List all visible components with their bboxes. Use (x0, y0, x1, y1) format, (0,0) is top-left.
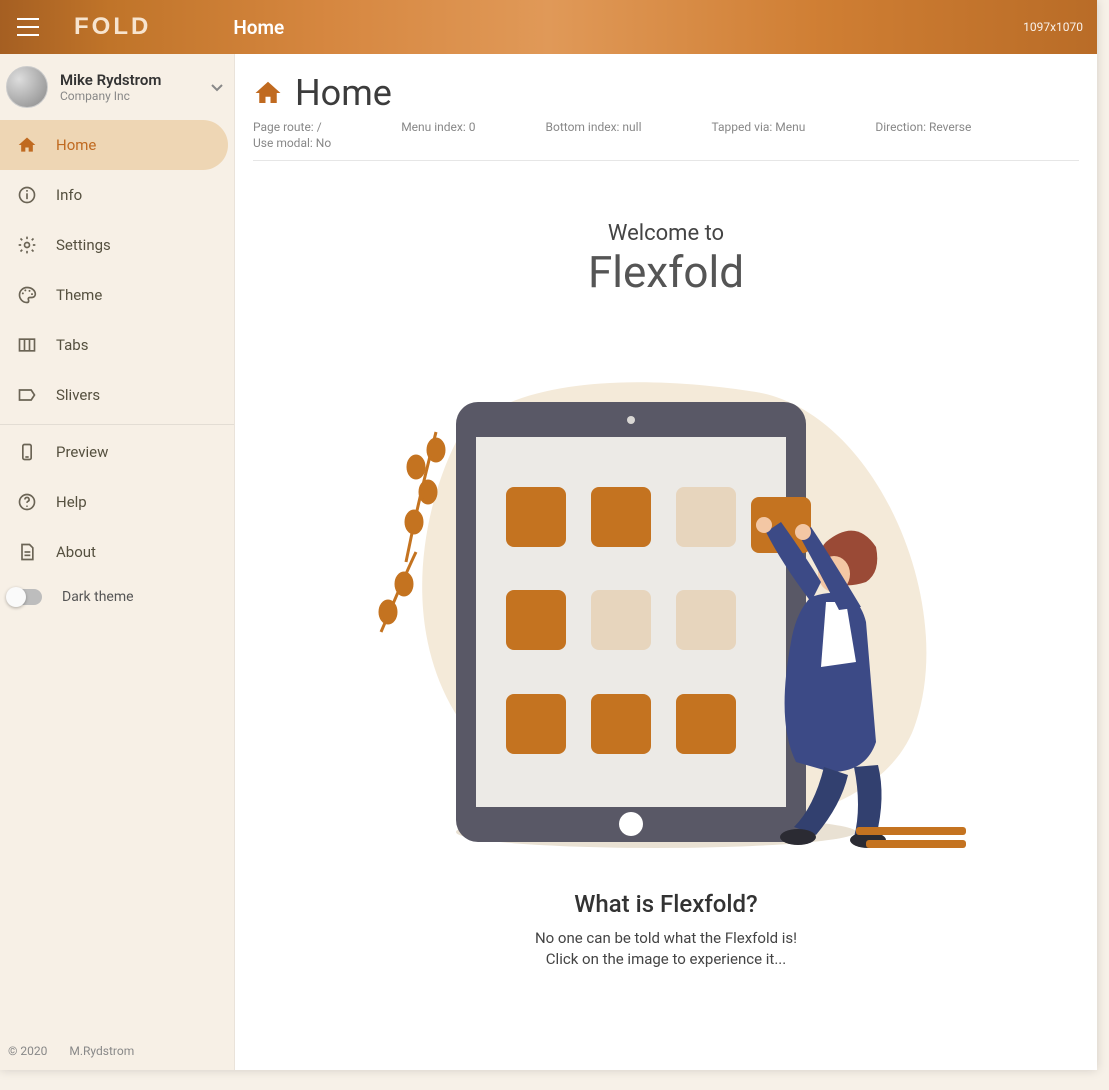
nav-secondary: Preview Help About (0, 427, 234, 577)
appbar-dimensions: 1097x1070 (1023, 20, 1083, 34)
debug-use-modal: Use modal: No (253, 136, 331, 150)
sidebar-item-label: Tabs (56, 336, 88, 354)
debug-page-route: Page route: / (253, 120, 331, 134)
sidebar-item-label: Theme (56, 286, 102, 304)
what-line2: Click on the image to experience it... (253, 949, 1079, 970)
debug-tapped-via: Tapped via: Menu (712, 120, 806, 150)
main-content: Home Page route: / Use modal: No Menu in… (235, 54, 1097, 1070)
palette-icon (16, 285, 38, 305)
phone-icon (16, 442, 38, 462)
what-line1: No one can be told what the Flexfold is! (253, 928, 1079, 949)
sidebar-footer: © 2020 M.Rydstrom (0, 1034, 234, 1070)
app-logo: FOLD (74, 13, 151, 41)
page-header: Home (253, 72, 1079, 114)
menu-icon[interactable] (14, 13, 42, 41)
sidebar-item-info[interactable]: Info (0, 170, 234, 220)
dark-theme-label: Dark theme (62, 589, 134, 605)
dark-theme-row: Dark theme (0, 577, 234, 617)
tag-icon (16, 385, 38, 405)
user-company: Company Inc (60, 89, 198, 103)
user-account-row[interactable]: Mike Rydstrom Company Inc (0, 54, 234, 120)
doc-icon (16, 542, 38, 562)
sidebar-item-preview[interactable]: Preview (0, 427, 234, 477)
sidebar-item-label: Info (56, 186, 82, 204)
debug-menu-index: Menu index: 0 (401, 120, 475, 150)
welcome-block: Welcome to Flexfold (253, 221, 1079, 298)
footer-copyright: © 2020 (8, 1044, 47, 1058)
sidebar: Mike Rydstrom Company Inc Home (0, 54, 235, 1070)
dark-theme-toggle[interactable] (8, 589, 42, 605)
hero-illustration[interactable] (253, 322, 1079, 862)
sidebar-item-theme[interactable]: Theme (0, 270, 234, 320)
columns-icon (16, 335, 38, 355)
sidebar-item-slivers[interactable]: Slivers (0, 370, 234, 420)
sidebar-item-label: Help (56, 493, 87, 511)
appbar-title: Home (233, 16, 284, 39)
help-icon (16, 492, 38, 512)
user-name: Mike Rydstrom (60, 71, 198, 89)
sidebar-item-about[interactable]: About (0, 527, 234, 577)
sidebar-item-label: Slivers (56, 386, 100, 404)
app-bar: FOLD Home 1097x1070 (0, 0, 1097, 54)
sidebar-item-label: Settings (56, 236, 111, 254)
avatar (6, 66, 48, 108)
debug-info-row: Page route: / Use modal: No Menu index: … (253, 120, 1079, 161)
sidebar-item-help[interactable]: Help (0, 477, 234, 527)
welcome-big: Flexfold (253, 246, 1079, 298)
what-title: What is Flexfold? (253, 890, 1079, 918)
sidebar-item-label: About (56, 543, 96, 561)
chevron-down-icon[interactable] (210, 80, 224, 94)
debug-bottom-index: Bottom index: null (546, 120, 642, 150)
welcome-small: Welcome to (253, 221, 1079, 246)
info-icon (16, 185, 38, 205)
what-is-section: What is Flexfold? No one can be told wha… (253, 890, 1079, 970)
sidebar-divider (0, 424, 234, 425)
sidebar-item-label: Preview (56, 443, 108, 461)
page-title: Home (295, 72, 392, 114)
sidebar-item-tabs[interactable]: Tabs (0, 320, 234, 370)
nav-primary: Home Info Settings (0, 120, 234, 420)
home-icon (16, 135, 38, 155)
debug-direction: Direction: Reverse (875, 120, 971, 150)
sidebar-item-label: Home (56, 136, 96, 154)
sidebar-item-settings[interactable]: Settings (0, 220, 234, 270)
sidebar-item-home[interactable]: Home (0, 120, 228, 170)
footer-author: M.Rydstrom (69, 1044, 134, 1058)
settings-icon (16, 235, 38, 255)
home-icon (253, 78, 283, 108)
